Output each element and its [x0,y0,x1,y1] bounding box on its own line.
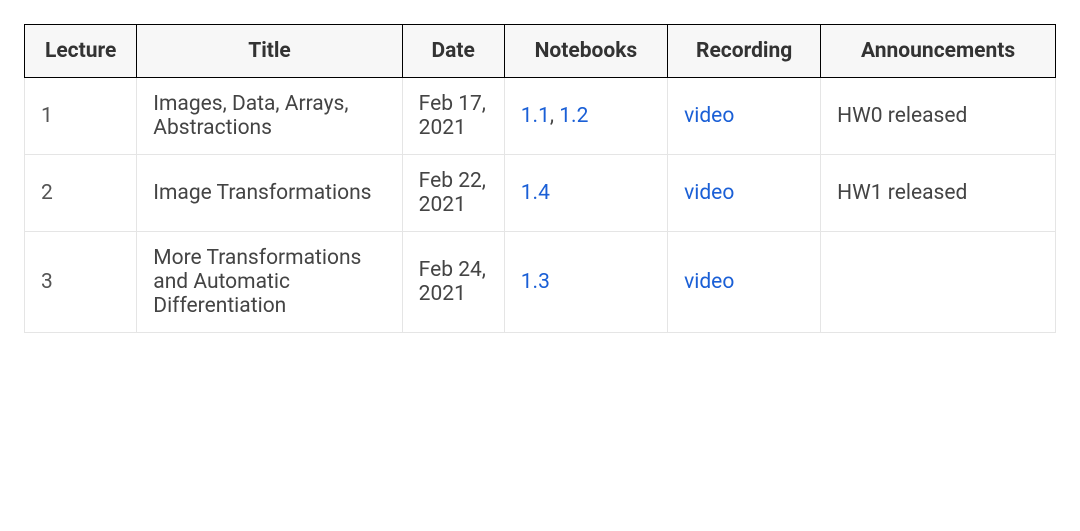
header-recording: Recording [668,25,821,78]
recording-link[interactable]: video [684,181,734,205]
cell-date: Feb 17, 2021 [402,78,504,155]
table-row: 1Images, Data, Arrays, AbstractionsFeb 1… [25,78,1056,155]
table-body: 1Images, Data, Arrays, AbstractionsFeb 1… [25,78,1056,333]
header-date: Date [402,25,504,78]
notebook-separator: , [550,104,559,128]
cell-recording: video [668,232,821,333]
cell-recording: video [668,155,821,232]
cell-notebooks: 1.3 [504,232,667,333]
cell-notebooks: 1.1, 1.2 [504,78,667,155]
notebook-link[interactable]: 1.1 [521,104,550,128]
cell-lecture: 3 [25,232,137,333]
cell-date: Feb 22, 2021 [402,155,504,232]
table-row: 2Image TransformationsFeb 22, 2021 1.4 vid… [25,155,1056,232]
cell-title: Images, Data, Arrays, Abstractions [137,78,402,155]
cell-announcements [821,232,1056,333]
cell-title: Image Transformations [137,155,402,232]
lectures-table: Lecture Title Date Notebooks Recording A… [24,24,1056,333]
cell-notebooks: 1.4 [504,155,667,232]
table-row: 3More Transformations and Automatic Diff… [25,232,1056,333]
cell-announcements: HW1 released [821,155,1056,232]
cell-lecture: 1 [25,78,137,155]
header-notebooks: Notebooks [504,25,667,78]
notebook-link[interactable]: 1.4 [521,181,550,205]
header-lecture: Lecture [25,25,137,78]
cell-title: More Transformations and Automatic Diffe… [137,232,402,333]
header-title: Title [137,25,402,78]
notebook-link[interactable]: 1.3 [521,270,550,294]
recording-link[interactable]: video [684,104,734,128]
recording-link[interactable]: video [684,270,734,294]
table-header-row: Lecture Title Date Notebooks Recording A… [25,25,1056,78]
cell-announcements: HW0 released [821,78,1056,155]
cell-date: Feb 24, 2021 [402,232,504,333]
cell-lecture: 2 [25,155,137,232]
notebook-link[interactable]: 1.2 [559,104,588,128]
header-announcements: Announcements [821,25,1056,78]
cell-recording: video [668,78,821,155]
